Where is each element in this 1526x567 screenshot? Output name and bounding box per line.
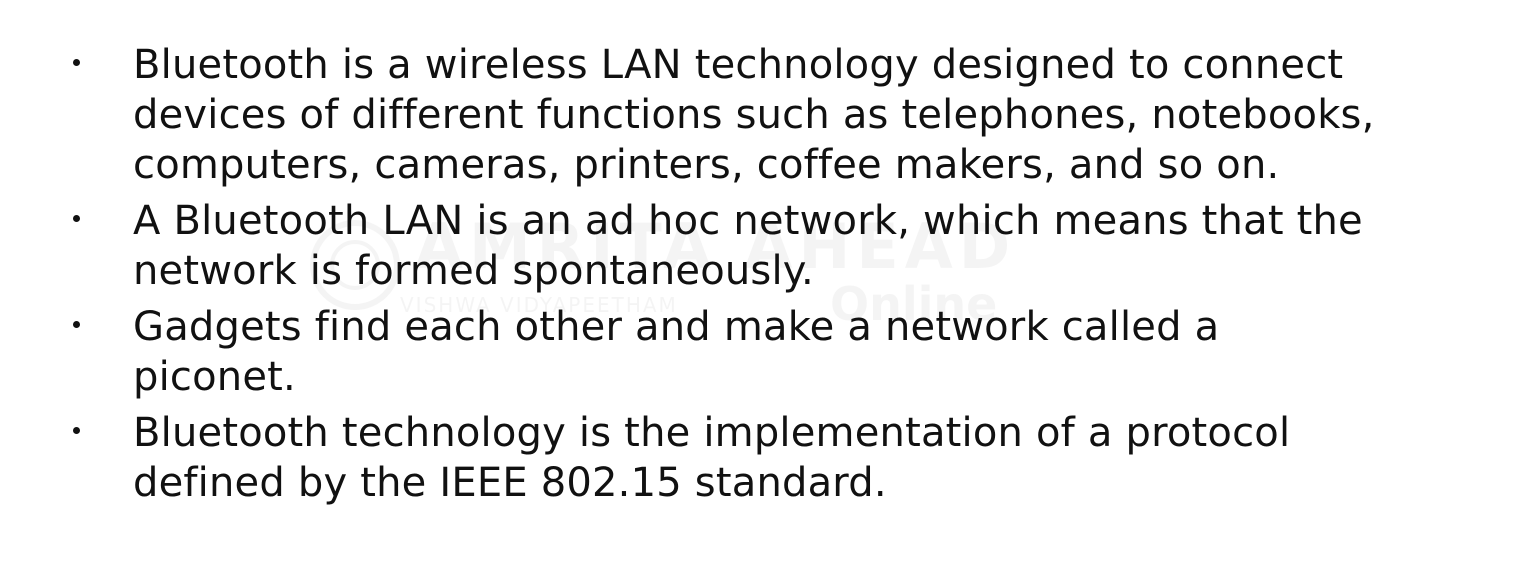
bullet-dot-icon — [73, 321, 80, 328]
bullet-item: Bluetooth is a wireless LAN technology d… — [0, 40, 1500, 190]
bullet-item: Bluetooth technology is the implementati… — [0, 408, 1500, 508]
slide: AMRITA AHEAD VISHWA VIDYAPEETHAM Online … — [0, 0, 1526, 567]
bullet-dot-icon — [73, 215, 80, 222]
bullet-text: Bluetooth is a wireless LAN technology d… — [133, 42, 1375, 188]
bullet-item: Gadgets find each other and make a netwo… — [0, 302, 1500, 402]
bullet-text: A Bluetooth LAN is an ad hoc network, wh… — [133, 198, 1363, 294]
bullet-text: Bluetooth technology is the implementati… — [133, 410, 1291, 506]
bullet-dot-icon — [73, 427, 80, 434]
bullet-list: Bluetooth is a wireless LAN technology d… — [0, 40, 1500, 514]
bullet-text: Gadgets find each other and make a netwo… — [133, 304, 1220, 400]
bullet-dot-icon — [73, 59, 80, 66]
bullet-item: A Bluetooth LAN is an ad hoc network, wh… — [0, 196, 1500, 296]
